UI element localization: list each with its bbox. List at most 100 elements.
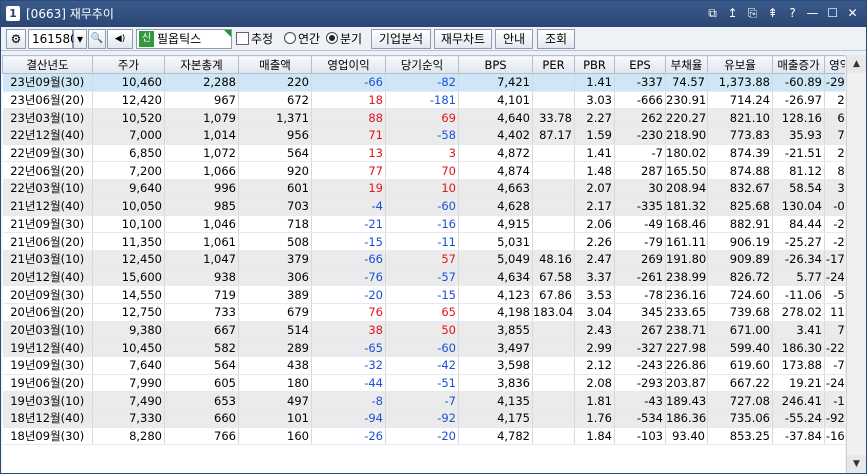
table-body: 23년09월(30) 10,460 2,288 220 -66 -82 7,421 1.41-…	[2, 73, 845, 446]
column-header[interactable]: PER	[532, 55, 575, 74]
minimize-icon[interactable]: —	[805, 5, 820, 22]
table-row[interactable]: 23년06월(20) 12,420 967 672 18 -181 4,101 3.03 -66…	[2, 91, 845, 110]
table-cell	[532, 232, 575, 251]
table-row[interactable]: 22년06월(20) 7,200 1,066 920 77 70 4,874 1.48 287 1…	[2, 161, 845, 181]
chevron-down-icon[interactable]: ▾	[73, 29, 87, 49]
table-row[interactable]: 23년09월(30) 10,460 2,288 220 -66 -82 7,421 1.41-…	[2, 73, 845, 92]
financial-chart-button[interactable]: 재무차트	[434, 29, 492, 49]
column-header[interactable]: 당기순익	[385, 55, 459, 74]
search-icon[interactable]: 🔍	[88, 29, 106, 49]
table-cell: -58	[385, 126, 459, 145]
table-cell: -29.98	[824, 73, 845, 92]
column-header[interactable]: 부채율	[665, 55, 708, 74]
table-cell: 874.39	[707, 144, 773, 163]
column-header[interactable]: 매출액	[238, 55, 312, 74]
table-cell: 719	[164, 285, 239, 304]
table-cell: 1,072	[164, 144, 239, 163]
pin-icon[interactable]: ↥	[725, 5, 740, 22]
table-cell: 230.91	[665, 91, 708, 110]
title-bar[interactable]: 1 [0663] 재무추이 ⧉ ↥ ⎘ ⇞ ? — ☐ ✕	[1, 1, 866, 27]
table-cell: 1.41	[574, 73, 615, 92]
annual-radio[interactable]	[284, 32, 296, 44]
column-header[interactable]: 영익율	[824, 55, 845, 74]
table-cell: 21년12월(40)	[2, 197, 93, 216]
table-cell: 233.65	[665, 303, 708, 322]
scroll-up-icon[interactable]: ▲	[847, 55, 866, 73]
column-header[interactable]: EPS	[614, 55, 666, 74]
table-row[interactable]: 21년12월(40) 10,050 985 703 -4 -60 4,628 2.17 -335…	[2, 197, 845, 216]
table-row[interactable]: 19년09월(30) 7,640 564 438 -32 -42 3,598 2.12 -243…	[2, 356, 845, 375]
table-cell: 826.72	[707, 268, 773, 287]
query-button[interactable]: 조회	[537, 29, 575, 49]
window-title: [0663] 재무추이	[26, 7, 114, 21]
export-icon[interactable]: ⎘	[745, 5, 760, 22]
table-row[interactable]: 23년03월(10) 10,520 1,079 1,371 88 69 4,640 33.78…	[2, 108, 845, 128]
column-header[interactable]: 자본총계	[164, 55, 239, 74]
table-row[interactable]: 20년12월(40) 15,600 938 306 -76 -57 4,634 67.58 3.…	[2, 268, 845, 287]
table-row[interactable]: 22년03월(10) 9,640 996 601 19 10 4,663 2.07 30 208.…	[2, 179, 845, 198]
table-row[interactable]: 19년06월(20) 7,990 605 180 -44 -51 3,836 2.08 -293…	[2, 374, 845, 393]
guide-button[interactable]: 안내	[495, 29, 533, 49]
column-header[interactable]: 매출증가	[772, 55, 825, 74]
table-cell: 601	[238, 179, 312, 198]
table-cell: 3,836	[458, 374, 533, 393]
table-cell	[532, 215, 575, 234]
table-cell: 7,000	[92, 126, 165, 145]
column-header[interactable]: 영업이익	[311, 55, 386, 74]
gear-icon[interactable]: ⚙	[6, 29, 26, 49]
table-cell: 7.32	[824, 321, 845, 340]
table-cell: 128.16	[772, 108, 825, 128]
table-cell: 18년12월(40)	[2, 409, 93, 428]
table-cell: 2.47	[574, 250, 615, 269]
table-cell: 18	[311, 91, 386, 110]
table-cell: 679	[238, 303, 312, 322]
table-cell: 4,123	[458, 285, 533, 304]
maximize-icon[interactable]: ☐	[825, 5, 840, 22]
table-cell: -103	[614, 427, 666, 446]
table-row[interactable]: 22년12월(40) 7,000 1,014 956 71 -58 4,402 87.17 1.…	[2, 126, 845, 145]
table-row[interactable]: 21년03월(10) 12,450 1,047 379 -66 57 5,049 48.16 2…	[2, 250, 845, 269]
column-header[interactable]: 유보율	[707, 55, 773, 74]
table-row[interactable]: 21년06월(20) 11,350 1,061 508 -15 -11 5,031 2.26-…	[2, 232, 845, 251]
estimate-checkbox[interactable]	[236, 32, 249, 45]
table-cell: 38	[311, 321, 386, 340]
table-cell: -1.56	[824, 391, 845, 411]
close-icon[interactable]: ✕	[845, 5, 860, 22]
link-icon[interactable]: ⧉	[705, 5, 720, 22]
table-cell: -60	[385, 338, 459, 357]
table-cell: -21.51	[772, 144, 825, 163]
settings-icon[interactable]: ⇞	[765, 5, 780, 22]
column-header[interactable]: 주가	[92, 55, 165, 74]
table-row[interactable]: 19년12월(40) 10,450 582 289 -65 -60 3,497 2.99 -32…	[2, 338, 845, 357]
table-cell: 180	[238, 374, 312, 393]
company-name-field[interactable]: 신 필옵틱스	[136, 29, 232, 49]
table-row[interactable]: 18년09월(30) 8,280 766 160 -26 -20 4,782 1.84 -103…	[2, 427, 845, 446]
table-cell: 101	[238, 409, 312, 428]
table-cell: -11	[385, 232, 459, 251]
column-header[interactable]: PBR	[574, 55, 615, 74]
table-cell: -16.25	[824, 427, 845, 446]
scroll-down-icon[interactable]: ▼	[847, 455, 866, 473]
table-row[interactable]: 19년03월(10) 7,490 653 497 -8 -7 4,135 1.81 -43 189…	[2, 391, 845, 411]
table-cell: 497	[238, 391, 312, 411]
table-cell: 956	[238, 126, 312, 145]
table-cell: 703	[238, 197, 312, 216]
table-row[interactable]: 21년09월(30) 10,100 1,046 718 -21 -16 4,915 2.06-…	[2, 215, 845, 234]
column-header[interactable]: 결산년도	[2, 55, 93, 74]
table-cell: 2.61	[824, 91, 845, 110]
column-header[interactable]: BPS	[458, 55, 533, 74]
table-row[interactable]: 20년09월(30) 14,550 719 389 -20 -15 4,123 67.86 3.…	[2, 285, 845, 304]
help-icon[interactable]: ?	[785, 5, 800, 22]
table-row[interactable]: 20년06월(20) 12,750 733 679 76 65 4,198 183.04 3.0…	[2, 303, 845, 322]
table-cell: 189.43	[665, 391, 708, 411]
stock-code-input[interactable]: 161580	[28, 29, 78, 49]
table-row[interactable]: 18년12월(40) 7,330 660 101 -94 -92 4,175 1.76 -534…	[2, 409, 845, 428]
table-cell: 1.41	[574, 144, 615, 163]
company-analysis-button[interactable]: 기업분석	[371, 29, 431, 49]
speaker-icon[interactable]: ◀)	[107, 29, 133, 49]
vertical-scrollbar[interactable]: ▲ ▼	[846, 55, 866, 473]
table-row[interactable]: 20년03월(10) 9,380 667 514 38 50 3,855 2.43 267 238…	[2, 321, 845, 340]
quarter-radio[interactable]	[326, 32, 338, 44]
table-row[interactable]: 22년09월(30) 6,850 1,072 564 13 3 4,872 1.41 -7 180…	[2, 144, 845, 163]
table-cell: -534	[614, 409, 666, 428]
